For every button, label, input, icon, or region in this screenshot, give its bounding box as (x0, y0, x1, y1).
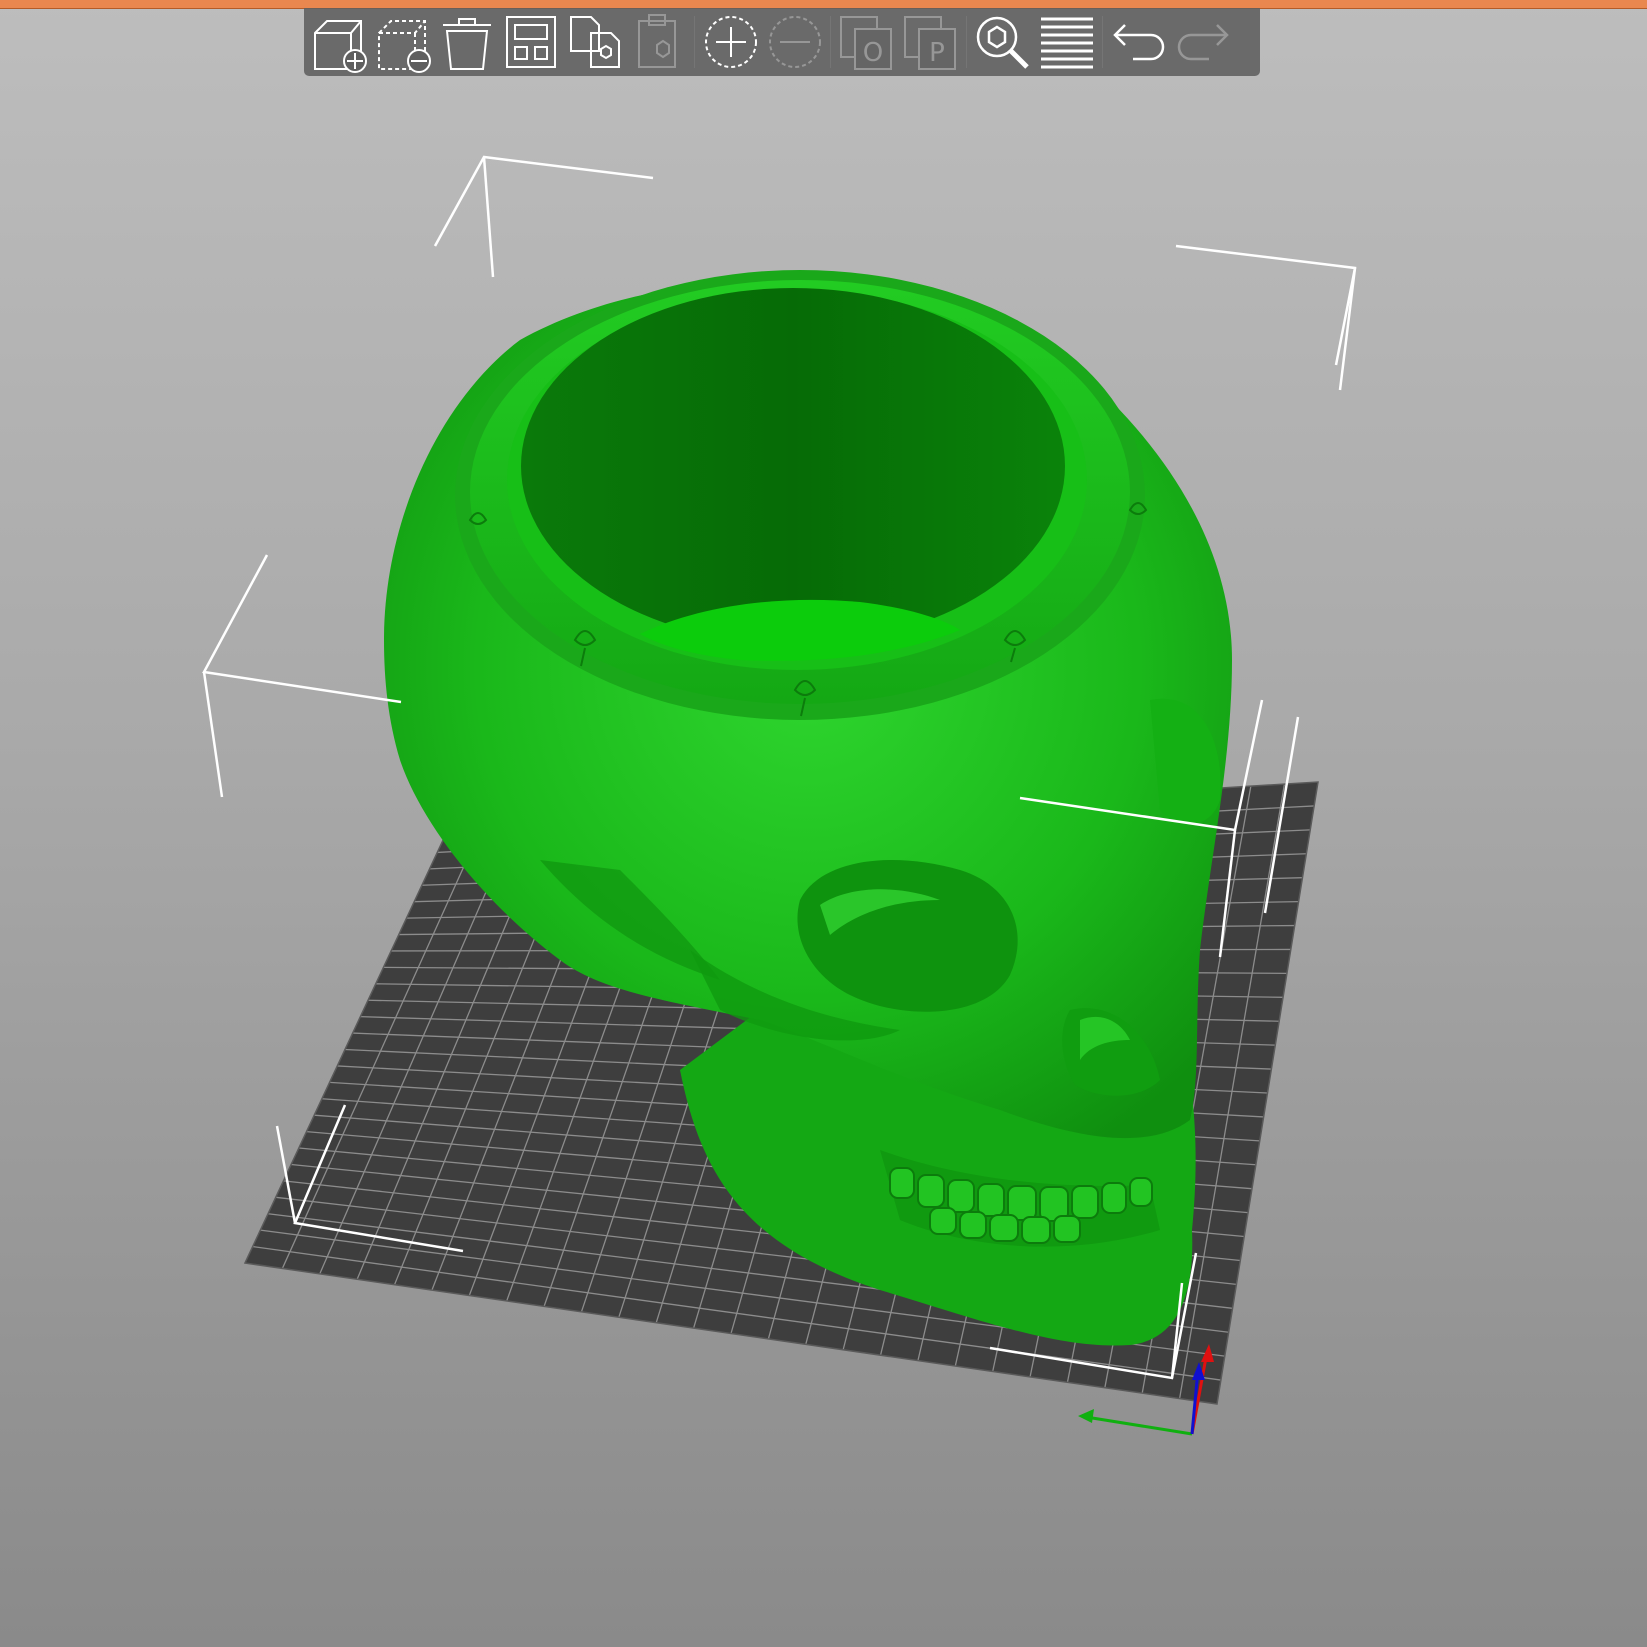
arrange-button[interactable] (500, 8, 562, 76)
toolbar-separator (966, 16, 967, 68)
delete-all-button[interactable] (436, 8, 498, 76)
split-parts-button[interactable]: P (900, 8, 962, 76)
add-instance-icon (705, 16, 757, 68)
delete-object-button[interactable] (372, 8, 434, 76)
add-object-icon (314, 20, 367, 73)
add-object-button[interactable] (308, 8, 370, 76)
delete-object-icon (378, 20, 431, 73)
3d-viewport[interactable] (0, 0, 1647, 1647)
remove-instance-button[interactable] (764, 8, 826, 76)
copy-button[interactable] (564, 8, 626, 76)
redo-icon (1177, 24, 1229, 61)
layers-editing-icon (1041, 17, 1093, 69)
split-objects-letter: O (863, 38, 883, 68)
search-button[interactable] (972, 8, 1034, 76)
copy-icon (570, 16, 620, 68)
undo-button[interactable] (1108, 8, 1170, 76)
toolbar-separator (1102, 16, 1103, 68)
paste-button[interactable] (628, 8, 690, 76)
split-objects-icon: O (840, 16, 892, 70)
undo-icon (1113, 24, 1165, 61)
paste-icon (638, 14, 676, 68)
main-toolbar: O P (304, 8, 1260, 76)
toolbar-separator (830, 16, 831, 68)
add-instance-button[interactable] (700, 8, 762, 76)
toolbar-separator (694, 16, 695, 68)
remove-instance-icon (769, 16, 821, 68)
split-objects-button[interactable]: O (836, 8, 898, 76)
redo-button[interactable] (1172, 8, 1234, 76)
search-icon (976, 16, 1029, 69)
trash-icon (443, 18, 491, 70)
arrange-icon (506, 16, 556, 68)
split-parts-letter: P (929, 38, 945, 68)
layers-editing-button[interactable] (1036, 8, 1098, 76)
split-parts-icon: P (904, 16, 956, 70)
